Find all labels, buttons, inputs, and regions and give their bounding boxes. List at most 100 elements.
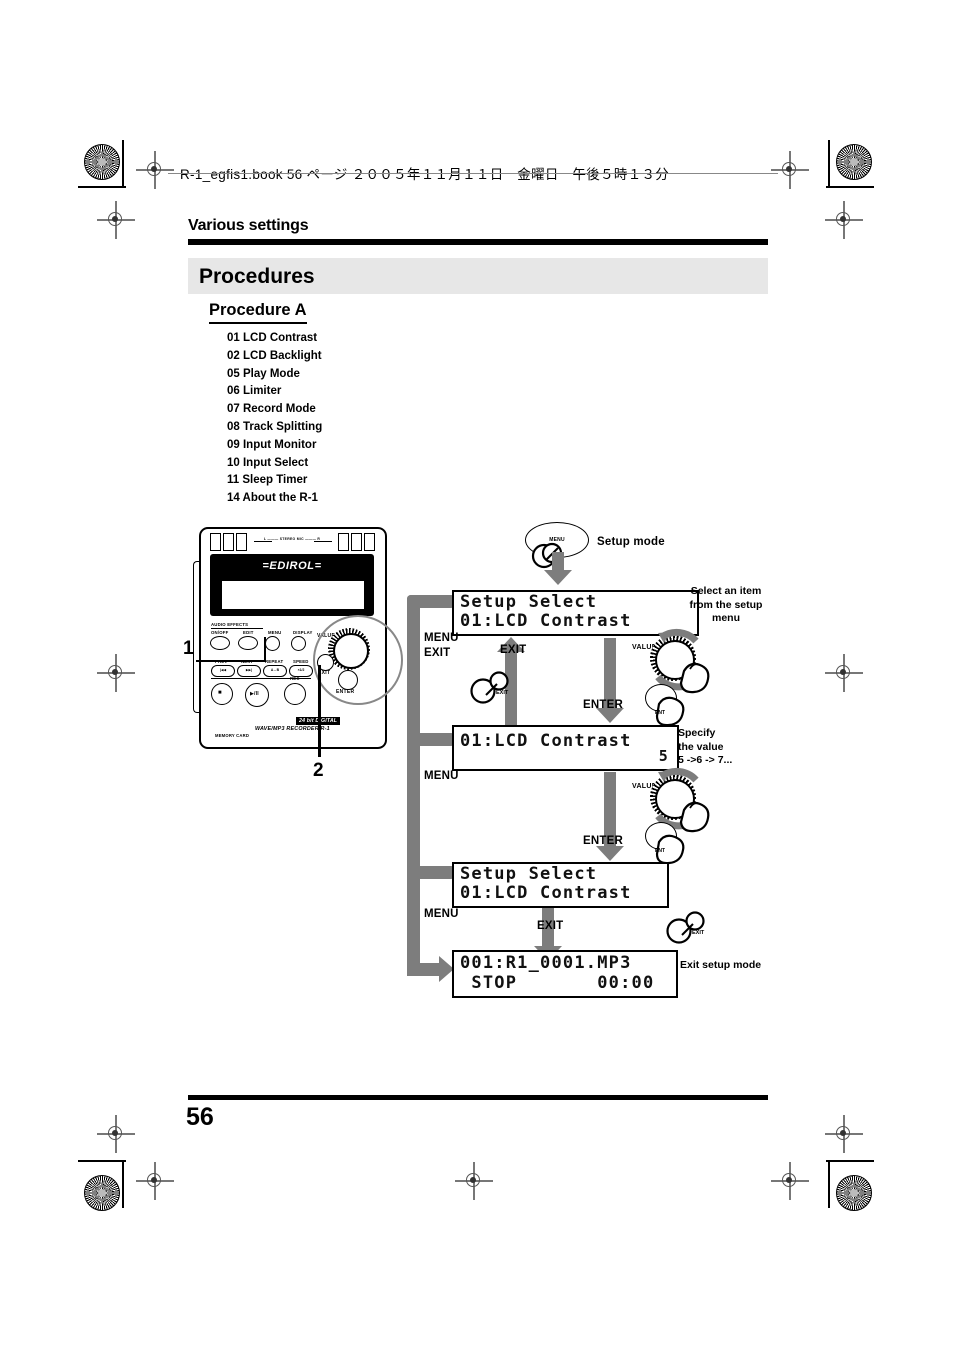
edit-label: EDIT (243, 630, 254, 635)
list-item: 08 Track Splitting (227, 420, 323, 433)
registration-mark (825, 201, 863, 239)
list-item: 07 Record Mode (227, 403, 316, 416)
list-item: 05 Play Mode (227, 367, 300, 380)
on-off-label: ON/OFF (211, 630, 229, 635)
play-pause-glyph: ▶/II (250, 691, 259, 697)
header-hairline (168, 173, 778, 174)
lcd-screen-2-line1: 01:LCD Contrast (460, 731, 632, 751)
display-button[interactable] (291, 636, 306, 651)
next-button[interactable]: ▶▶| (237, 665, 261, 677)
section-title: Various settings (188, 217, 309, 234)
svg-text:EXIT: EXIT (496, 690, 509, 696)
lcd-screen-1-line2: 01:LCD Contrast (460, 611, 632, 631)
lcd-screen-4: 001:R1_0001.MP3 STOP 00:00 (452, 950, 678, 998)
edit-button[interactable] (238, 636, 258, 650)
memory-card-label: MEMORY CARD (215, 733, 250, 738)
rec-button[interactable] (284, 683, 306, 705)
menu-item-list: 01 LCD Contrast 02 LCD Backlight 05 Play… (227, 330, 322, 508)
print-rosette-bottom-left (84, 1175, 120, 1211)
lcd-screen-3-line2: 01:LCD Contrast (460, 883, 632, 903)
registration-mark (825, 654, 863, 692)
lcd-screen-2-value: 5 (658, 747, 669, 765)
crop-line (122, 140, 124, 188)
menu-button[interactable] (265, 636, 280, 651)
label-exit-arrow-2: EXIT (537, 920, 564, 932)
registration-mark (136, 151, 174, 189)
registration-mark (136, 1162, 174, 1200)
audio-effects-label: AUDIO EFFECTS (211, 622, 249, 627)
repeat-button[interactable]: A↔B (263, 665, 287, 677)
list-item: 06 Limiter (227, 385, 282, 398)
stop-button[interactable] (211, 683, 233, 705)
note-select-item: Select an item from the setup menu (689, 585, 763, 624)
flow-spine-branch-3 (407, 866, 455, 879)
device-lcd-window (221, 580, 365, 610)
crop-line (828, 1160, 830, 1208)
crop-line (826, 186, 874, 188)
lcd-screen-3: Setup Select 01:LCD Contrast (452, 862, 669, 908)
crop-line (78, 1160, 126, 1162)
lcd-screen-1-line1: Setup Select (460, 592, 598, 612)
list-item: 02 LCD Backlight (227, 349, 322, 362)
lcd-screen-4-line2: STOP 00:00 (460, 973, 655, 993)
rec-label: REC (290, 676, 300, 681)
callout-2: 2 (313, 760, 324, 781)
exit-button-hand-icon-2[interactable]: EXIT (662, 908, 712, 946)
crop-line (122, 1160, 124, 1208)
print-rosette-bottom-right (836, 1175, 872, 1211)
edirol-logo: =EDIROL= (262, 560, 322, 572)
enter-hand-icon-1[interactable]: ENT (653, 690, 697, 728)
exit-button-hand-icon-1[interactable]: EXIT (466, 668, 516, 706)
crop-line (828, 140, 830, 188)
label-exit-arrow: EXIT (500, 644, 527, 656)
menu-label: MENU (268, 630, 282, 635)
lcd-screen-2: 01:LCD Contrast 5 (452, 725, 679, 771)
callout-2-leader-vert (318, 665, 321, 757)
print-rosette-top-right (836, 144, 872, 180)
section-rule (188, 239, 768, 245)
crop-line (78, 186, 126, 188)
stereo-mic-row: L ——— STEREO MIC ——— R (210, 533, 375, 551)
on-off-button[interactable] (210, 636, 230, 650)
list-item: 01 LCD Contrast (227, 332, 318, 344)
footer-rule (188, 1095, 768, 1100)
label-menu-exit-2: EXIT (424, 647, 451, 659)
registration-mark (771, 151, 809, 189)
flow-spine-top-connector (407, 595, 455, 608)
note-exit-setup: Exit setup mode (680, 959, 762, 971)
label-menu-exit-1: MENU (424, 632, 459, 644)
registration-mark (771, 1162, 809, 1200)
label-menu-3: MENU (424, 908, 459, 920)
list-item: 14 About the R-1 (227, 492, 318, 505)
procedures-heading-bar: Procedures (188, 258, 768, 294)
svg-text:ENT: ENT (655, 710, 665, 716)
registration-mark (97, 1115, 135, 1153)
lcd-screen-3-line1: Setup Select (460, 864, 598, 884)
print-rosette-top-left (84, 144, 120, 180)
registration-mark (97, 201, 135, 239)
dial-hand-icon-1[interactable] (676, 655, 720, 695)
flow-spine-vertical (407, 595, 420, 971)
zoom-highlight-circle (313, 615, 403, 705)
display-label: DISPLAY (293, 630, 313, 635)
list-item: 11 Sleep Timer (227, 474, 308, 487)
stereo-mic-label: L ——— STEREO MIC ——— R (263, 536, 321, 541)
list-item: 09 Input Monitor (227, 438, 317, 451)
procedure-a-heading: Procedure A (209, 301, 307, 324)
lcd-screen-4-line1: 001:R1_0001.MP3 (460, 953, 632, 973)
registration-mark (825, 1115, 863, 1153)
procedures-heading: Procedures (199, 265, 315, 288)
callout-1: 1 (183, 638, 194, 659)
list-item: 10 Input Select (227, 456, 309, 469)
callout-1-leader-vert (264, 637, 267, 662)
callout-1-leader (196, 660, 266, 663)
enter-hand-icon-2[interactable]: ENT (653, 828, 697, 866)
device-side-rail (193, 561, 199, 713)
label-enter-arrow-2: ENTER (583, 835, 623, 847)
speed-label: SPEED (293, 659, 309, 664)
page-number: 56 (186, 1103, 214, 1131)
prev-button[interactable]: |◀◀ (211, 665, 235, 677)
svg-text:EXIT: EXIT (692, 930, 705, 936)
crop-line (826, 1160, 874, 1162)
label-enter-arrow-1: ENTER (583, 699, 623, 711)
